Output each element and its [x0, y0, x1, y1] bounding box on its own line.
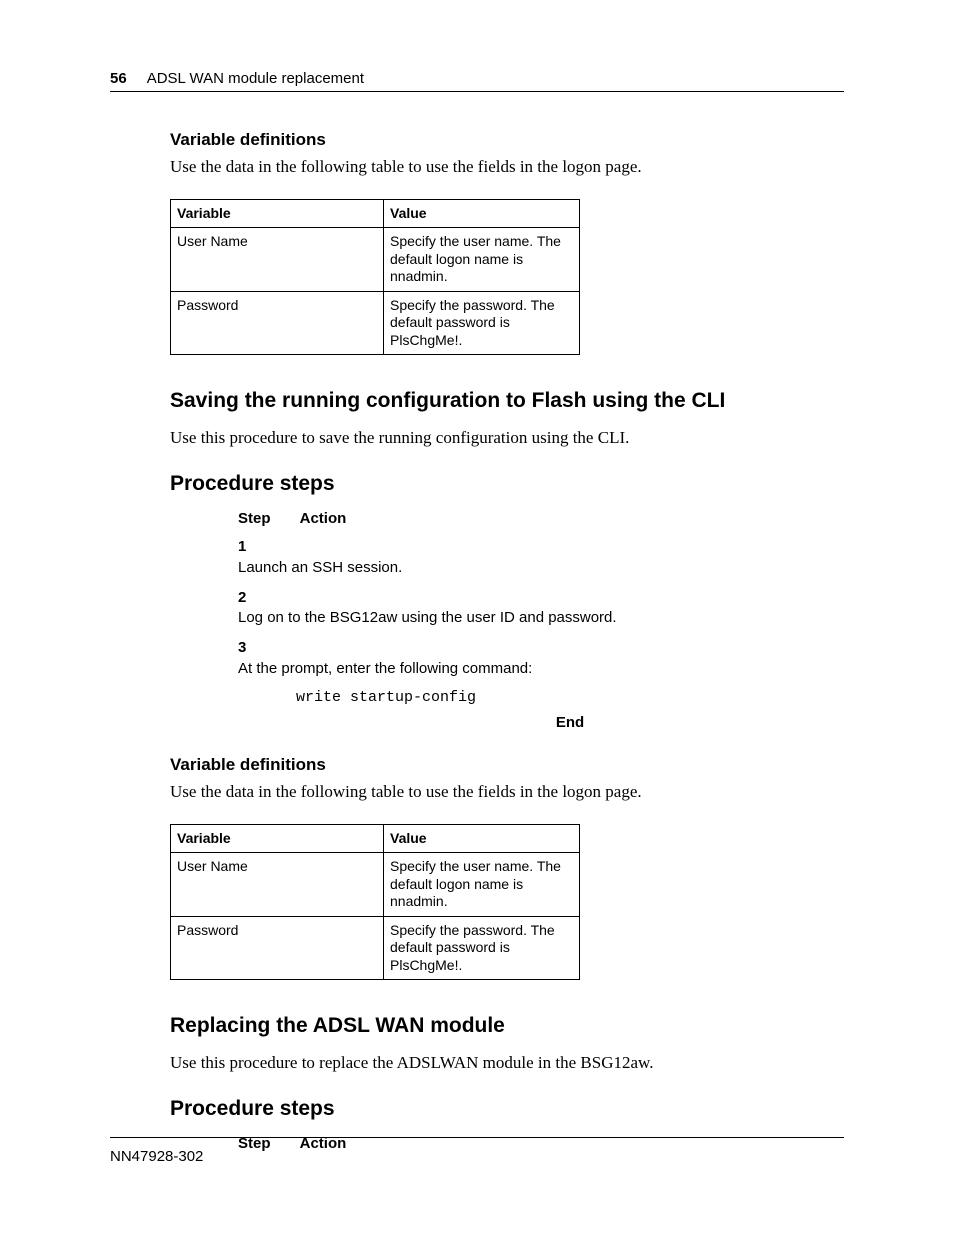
- step-row: 2 Log on to the BSG12aw using the user I…: [238, 588, 844, 629]
- table-header-value: Value: [384, 824, 580, 853]
- cell-value: Specify the user name. The default logon…: [384, 228, 580, 292]
- cell-variable: User Name: [171, 853, 384, 917]
- header-title: ADSL WAN module replacement: [147, 70, 364, 87]
- col-action: Action: [300, 510, 347, 527]
- running-header: 56 ADSL WAN module replacement: [110, 70, 844, 92]
- step-number: 2: [238, 588, 296, 608]
- table-header-value: Value: [384, 199, 580, 228]
- step-row: 3 At the prompt, enter the following com…: [238, 638, 844, 679]
- step-action: At the prompt, enter the following comma…: [238, 659, 782, 679]
- table-row: User Name Specify the user name. The def…: [171, 853, 580, 917]
- page-number: 56: [110, 70, 127, 87]
- variable-table-2: Variable Value User Name Specify the use…: [170, 824, 580, 981]
- intro-1: Use the data in the following table to u…: [110, 156, 844, 179]
- heading-procedure-steps-2: Procedure steps: [110, 1097, 844, 1121]
- page: 56 ADSL WAN module replacement Variable …: [0, 0, 954, 1235]
- intro-saving-config: Use this procedure to save the running c…: [110, 427, 844, 450]
- steps-header: Step Action: [238, 510, 844, 527]
- cell-variable: User Name: [171, 228, 384, 292]
- command-text: write startup-config: [110, 689, 844, 706]
- variable-table-1: Variable Value User Name Specify the use…: [170, 199, 580, 356]
- intro-2: Use the data in the following table to u…: [110, 781, 844, 804]
- doc-id: NN47928-302: [110, 1148, 203, 1165]
- cell-value: Specify the password. The default passwo…: [384, 291, 580, 355]
- col-step: Step: [238, 510, 296, 527]
- step-action: Launch an SSH session.: [238, 558, 782, 578]
- step-row: 1 Launch an SSH session.: [238, 537, 844, 578]
- table-row: User Name Specify the user name. The def…: [171, 228, 580, 292]
- heading-variable-definitions-1: Variable definitions: [110, 130, 844, 150]
- table-row: Password Specify the password. The defau…: [171, 291, 580, 355]
- heading-procedure-steps-1: Procedure steps: [110, 472, 844, 496]
- step-action: Log on to the BSG12aw using the user ID …: [238, 608, 782, 628]
- cell-variable: Password: [171, 291, 384, 355]
- heading-saving-config: Saving the running configuration to Flas…: [110, 389, 844, 413]
- cell-variable: Password: [171, 916, 384, 980]
- step-number: 1: [238, 537, 296, 557]
- intro-replacing-module: Use this procedure to replace the ADSLWA…: [110, 1052, 844, 1075]
- heading-replacing-module: Replacing the ADSL WAN module: [110, 1014, 844, 1038]
- cell-value: Specify the user name. The default logon…: [384, 853, 580, 917]
- table-row: Password Specify the password. The defau…: [171, 916, 580, 980]
- cell-value: Specify the password. The default passwo…: [384, 916, 580, 980]
- end-marker: End: [110, 714, 844, 731]
- footer: NN47928-302: [110, 1137, 844, 1165]
- heading-variable-definitions-2: Variable definitions: [110, 755, 844, 775]
- steps-block-1: Step Action 1 Launch an SSH session. 2 L…: [110, 510, 844, 679]
- table-header-variable: Variable: [171, 199, 384, 228]
- step-number: 3: [238, 638, 296, 658]
- table-header-variable: Variable: [171, 824, 384, 853]
